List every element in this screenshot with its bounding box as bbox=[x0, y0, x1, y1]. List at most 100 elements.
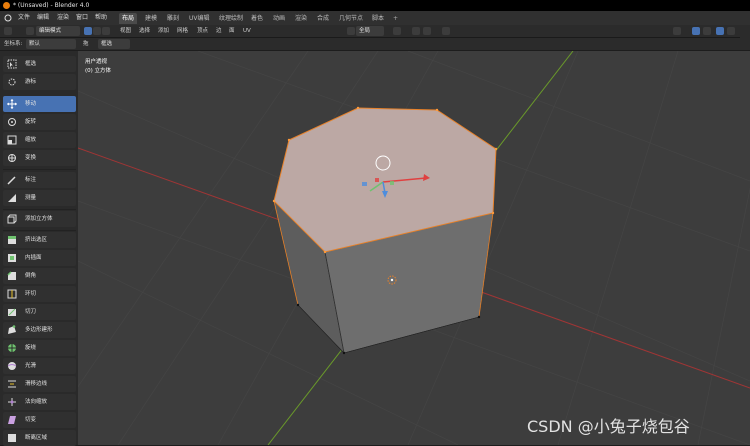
drag-select-dropdown[interactable]: 框选 bbox=[98, 39, 130, 49]
menu-uv[interactable]: UV bbox=[243, 25, 251, 37]
editor-type-icon[interactable] bbox=[4, 27, 12, 35]
tab-rendering[interactable]: 渲染 bbox=[292, 13, 310, 24]
knife-icon bbox=[8, 308, 16, 316]
tab-modeling[interactable]: 建模 bbox=[142, 13, 160, 24]
mode-dropdown[interactable]: 编辑模式 bbox=[36, 26, 80, 36]
menu-add[interactable]: 添加 bbox=[158, 25, 169, 37]
proportional-edit-icon[interactable] bbox=[442, 27, 450, 35]
coord-system-value: 默认 bbox=[29, 41, 41, 47]
tool-rip[interactable]: 断离区域 bbox=[3, 430, 76, 446]
orientation-icon bbox=[347, 27, 355, 35]
orientation-value: 全局 bbox=[359, 28, 371, 34]
tool-extrude[interactable]: 挤出选区 bbox=[3, 232, 76, 248]
tool-label: 倒角 bbox=[25, 273, 37, 279]
gizmo-menu-icon[interactable] bbox=[703, 27, 711, 35]
tool-label: 框选 bbox=[25, 61, 37, 67]
tool-label: 缩放 bbox=[25, 137, 37, 143]
tool-label: 测量 bbox=[25, 195, 37, 201]
tool-select-box[interactable]: 框选 bbox=[3, 56, 76, 72]
edge-slide-icon bbox=[8, 380, 16, 388]
title-bar: * (Unsaved) - Blender 4.0 bbox=[0, 0, 750, 11]
shear-icon bbox=[8, 416, 16, 424]
tool-transform[interactable]: 变换 bbox=[3, 150, 76, 166]
menu-mesh[interactable]: 网格 bbox=[177, 25, 188, 37]
add-workspace-icon[interactable]: + bbox=[390, 13, 401, 24]
coord-system-dropdown[interactable]: 默认 bbox=[26, 39, 76, 49]
tab-compositing[interactable]: 合成 bbox=[314, 13, 332, 24]
view-name: 用户透视 bbox=[85, 59, 108, 65]
tool-annotate[interactable]: 标注 bbox=[3, 172, 76, 188]
menu-file[interactable]: 文件 bbox=[18, 11, 30, 25]
tool-shrink-fatten[interactable]: 法向缩放 bbox=[3, 394, 76, 410]
overlay-toggle-icon[interactable] bbox=[716, 27, 724, 35]
tab-scripting[interactable]: 脚本 bbox=[369, 13, 387, 24]
tool-cursor[interactable]: 游标 bbox=[3, 74, 76, 90]
face-select-icon[interactable] bbox=[102, 27, 110, 35]
tab-texture-paint[interactable]: 纹理绘制 bbox=[216, 13, 246, 24]
tool-label: 多边形建形 bbox=[25, 327, 53, 333]
toolbar: 框选 游标 移动 旋转 缩放 变换 标注 测量 添加立方体 挤出选区 内插面 倒… bbox=[0, 51, 78, 446]
snap-icon[interactable] bbox=[412, 27, 420, 35]
tool-add-cube[interactable]: 添加立方体 bbox=[3, 211, 76, 227]
select-box-icon bbox=[7, 59, 17, 69]
tool-label: 旋绕 bbox=[25, 345, 37, 351]
tool-label: 切变 bbox=[25, 417, 37, 423]
rip-icon bbox=[8, 434, 16, 442]
menu-vertex[interactable]: 顶点 bbox=[197, 25, 208, 37]
rotate-icon bbox=[8, 118, 16, 126]
tool-label: 滑移边线 bbox=[25, 381, 48, 387]
tool-label: 内插面 bbox=[25, 255, 42, 261]
tool-loopcut[interactable]: 环切 bbox=[3, 286, 76, 302]
tab-animation[interactable]: 动画 bbox=[270, 13, 288, 24]
tool-inset[interactable]: 内插面 bbox=[3, 250, 76, 266]
snap-target-icon[interactable] bbox=[423, 27, 431, 35]
tool-spin[interactable]: 旋绕 bbox=[3, 340, 76, 356]
tool-settings-bar: 坐标系: 默认 拖 框选 bbox=[0, 38, 750, 50]
viewport-header: 编辑模式 视图 选择 添加 网格 顶点 边 面 UV 全局 bbox=[0, 25, 750, 38]
view-object-types-icon[interactable] bbox=[673, 27, 681, 35]
drag-select-value: 框选 bbox=[101, 41, 113, 47]
shrink-fatten-icon bbox=[8, 398, 16, 406]
menu-select[interactable]: 选择 bbox=[139, 25, 150, 37]
transform-icon bbox=[8, 154, 16, 162]
mode-value: 编辑模式 bbox=[39, 28, 62, 34]
spin-icon bbox=[8, 344, 16, 352]
toolbar-separator bbox=[3, 230, 76, 231]
tab-sculpting[interactable]: 雕刻 bbox=[164, 13, 182, 24]
vertex-select-icon[interactable] bbox=[84, 27, 92, 35]
tool-scale[interactable]: 缩放 bbox=[3, 132, 76, 148]
tool-polybuild[interactable]: 多边形建形 bbox=[3, 322, 76, 338]
menu-view[interactable]: 视图 bbox=[120, 25, 131, 37]
pivot-icon[interactable] bbox=[393, 27, 401, 35]
move-icon bbox=[7, 99, 17, 109]
tool-shear[interactable]: 切变 bbox=[3, 412, 76, 428]
overlay-menu-icon[interactable] bbox=[727, 27, 735, 35]
tool-rotate[interactable]: 旋转 bbox=[3, 114, 76, 130]
tab-uv-editing[interactable]: UV编辑 bbox=[186, 13, 213, 24]
tab-layout[interactable]: 布局 bbox=[119, 13, 138, 24]
add-cube-icon bbox=[7, 214, 17, 224]
menu-face[interactable]: 面 bbox=[229, 25, 235, 37]
tool-knife[interactable]: 切刀 bbox=[3, 304, 76, 320]
tab-geometry-nodes[interactable]: 几何节点 bbox=[336, 13, 366, 24]
tab-shading[interactable]: 着色 bbox=[248, 13, 266, 24]
blender-logo-icon bbox=[3, 2, 10, 9]
menu-edge[interactable]: 边 bbox=[216, 25, 222, 37]
menu-help[interactable]: 帮助 bbox=[95, 11, 107, 25]
menu-window[interactable]: 窗口 bbox=[76, 11, 88, 25]
cursor-icon bbox=[8, 78, 16, 86]
menu-render[interactable]: 渲染 bbox=[57, 11, 69, 25]
toolbar-separator bbox=[3, 209, 76, 210]
gizmo-toggle-icon[interactable] bbox=[692, 27, 700, 35]
mesh-object[interactable] bbox=[272, 106, 498, 355]
tool-measure[interactable]: 测量 bbox=[3, 190, 76, 206]
tool-edge-slide[interactable]: 滑移边线 bbox=[3, 376, 76, 392]
edge-select-icon[interactable] bbox=[93, 27, 101, 35]
3d-viewport[interactable]: 用户透视 (0) 立方体 bbox=[78, 51, 750, 445]
menu-edit[interactable]: 编辑 bbox=[37, 11, 49, 25]
tool-move[interactable]: 移动 bbox=[3, 96, 76, 112]
orientation-dropdown[interactable]: 全局 bbox=[356, 26, 384, 36]
tool-bevel[interactable]: 倒角 bbox=[3, 268, 76, 284]
blender-menu-icon[interactable] bbox=[3, 11, 13, 25]
tool-smooth[interactable]: 光滑 bbox=[3, 358, 76, 374]
